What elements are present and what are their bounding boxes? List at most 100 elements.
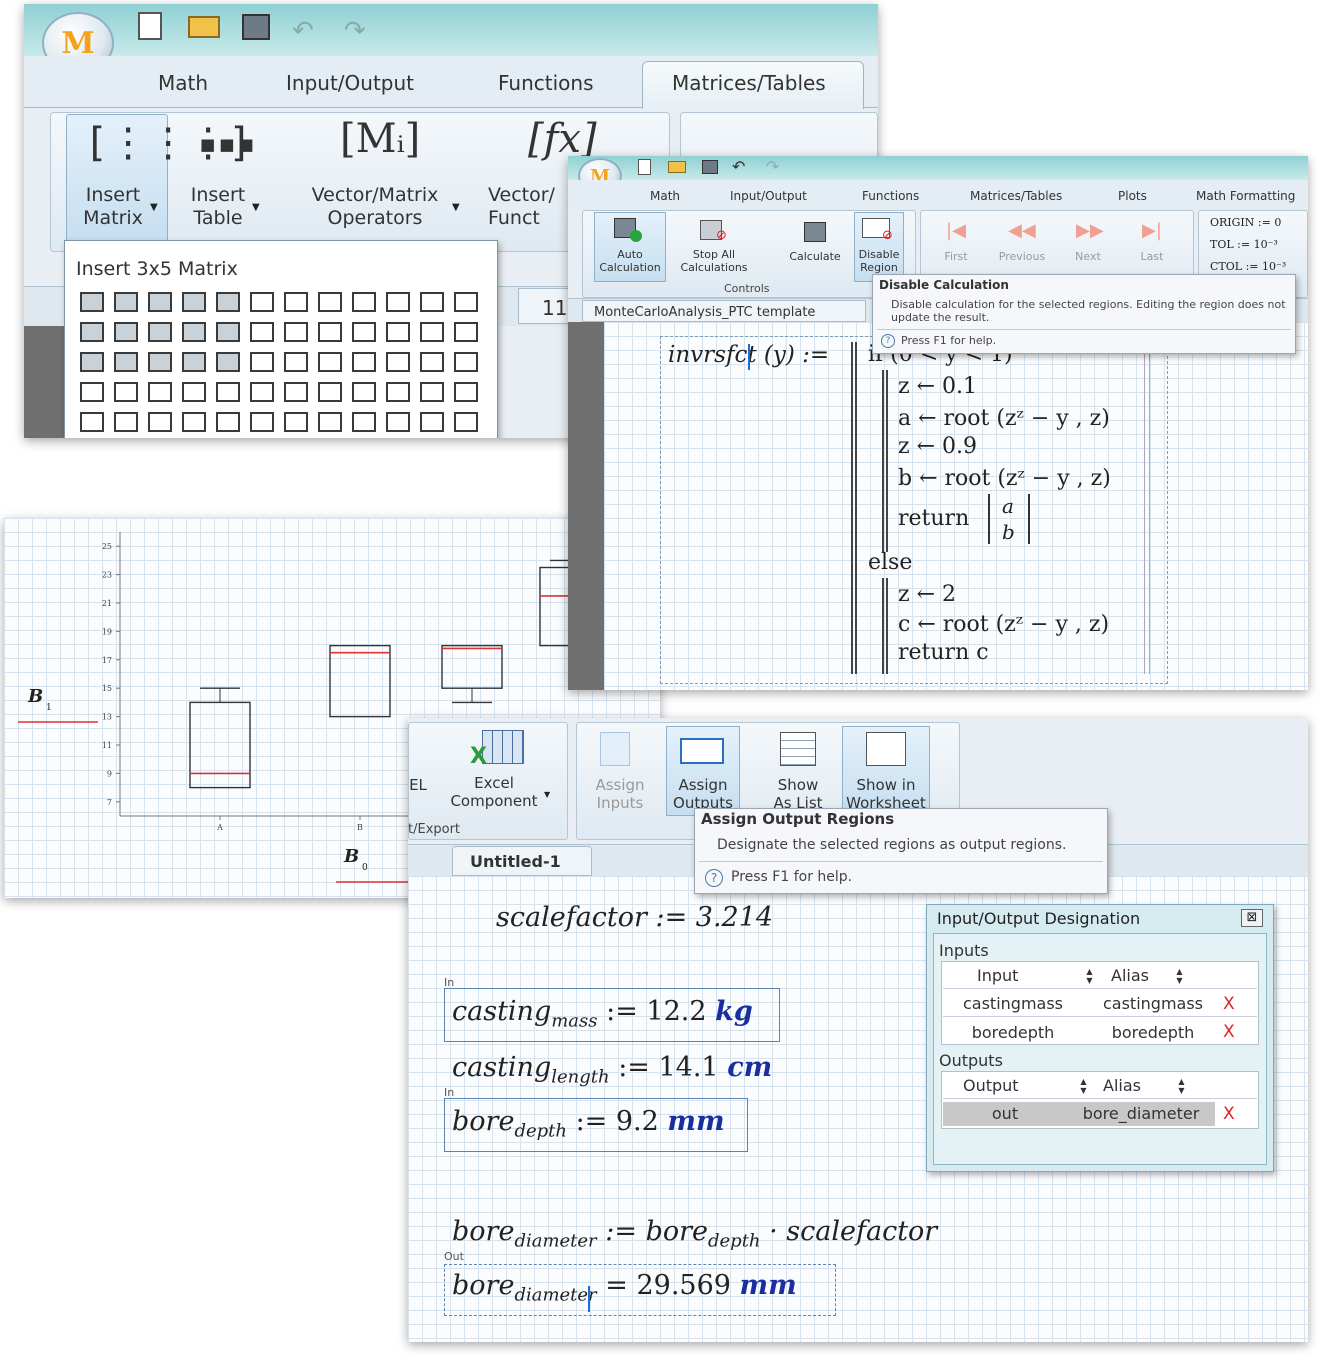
- matrix-size-cell[interactable]: [386, 382, 410, 402]
- matrix-size-cell[interactable]: [420, 292, 444, 312]
- matrix-size-cell[interactable]: [216, 352, 240, 372]
- remove-icon[interactable]: X: [1223, 1022, 1235, 1042]
- matrix-size-cell[interactable]: [114, 322, 138, 342]
- matrix-size-cell[interactable]: [454, 382, 478, 402]
- matrix-size-cell[interactable]: [148, 352, 172, 372]
- bore-diameter-definition[interactable]: borediameter := boredepth · scalefactor: [452, 1216, 937, 1251]
- tab-functions[interactable]: Functions: [498, 71, 594, 95]
- matrix-size-cell[interactable]: [318, 382, 342, 402]
- assign-inputs-button[interactable]: Assign Inputs: [586, 776, 654, 812]
- matrix-size-cell[interactable]: [420, 412, 444, 432]
- ctol-constant[interactable]: CTOL := 10⁻³: [1210, 260, 1286, 273]
- matrix-size-cell[interactable]: [250, 292, 274, 312]
- vector-functions-button[interactable]: Vector/ Funct: [488, 184, 578, 230]
- sort-icon[interactable]: ▲▼: [1175, 967, 1184, 985]
- save-icon[interactable]: [702, 160, 718, 174]
- matrix-size-cell[interactable]: [386, 292, 410, 312]
- matrix-size-cell[interactable]: [216, 382, 240, 402]
- disable-region-button[interactable]: Disable Region: [854, 248, 904, 274]
- undo-icon[interactable]: ↶: [732, 157, 745, 176]
- matrix-size-cell[interactable]: [352, 412, 376, 432]
- origin-constant[interactable]: ORIGIN := 0: [1210, 216, 1281, 229]
- tab-matrices-tables[interactable]: Matrices/Tables: [672, 71, 826, 95]
- calculate-button[interactable]: Calculate: [780, 250, 850, 263]
- output-column-header[interactable]: Output: [963, 1076, 1041, 1095]
- matrix-size-cell[interactable]: [216, 322, 240, 342]
- remove-icon[interactable]: X: [1223, 1104, 1235, 1124]
- matrix-size-cell[interactable]: [250, 412, 274, 432]
- alias-column-header[interactable]: Alias: [1111, 966, 1175, 985]
- undo-icon[interactable]: ↶: [292, 16, 314, 46]
- assign-outputs-button[interactable]: Assign Outputs: [666, 776, 740, 812]
- matrix-size-cell[interactable]: [420, 382, 444, 402]
- open-folder-icon[interactable]: [188, 16, 220, 38]
- vector-matrix-operators-button[interactable]: Vector/Matrix Operators: [300, 184, 450, 230]
- new-document-icon[interactable]: [638, 159, 651, 175]
- new-document-icon[interactable]: [138, 12, 162, 40]
- matrix-size-cell[interactable]: [386, 322, 410, 342]
- matrix-size-cell[interactable]: [454, 292, 478, 312]
- open-folder-icon[interactable]: [668, 161, 686, 173]
- insert-matrix-button[interactable]: Insert Matrix: [74, 184, 152, 230]
- scalefactor-definition[interactable]: scalefactor := 3.214: [496, 902, 773, 933]
- insert-table-button[interactable]: Insert Table: [186, 184, 250, 230]
- matrix-size-cell[interactable]: [182, 412, 206, 432]
- close-icon[interactable]: ⊠: [1241, 909, 1263, 927]
- redo-icon[interactable]: ↷: [344, 16, 366, 46]
- matrix-size-cell[interactable]: [148, 322, 172, 342]
- matrix-size-cell[interactable]: [114, 412, 138, 432]
- matrix-size-cell[interactable]: [284, 412, 308, 432]
- matrix-size-cell[interactable]: [114, 352, 138, 372]
- alias-column-header[interactable]: Alias: [1103, 1076, 1177, 1095]
- matrix-size-cell[interactable]: [182, 352, 206, 372]
- matrix-size-cell[interactable]: [352, 292, 376, 312]
- casting-length-definition[interactable]: castinglength := 14.1 cm: [452, 1052, 772, 1087]
- matrix-size-cell[interactable]: [80, 412, 104, 432]
- show-as-list-button[interactable]: Show As List: [762, 776, 834, 812]
- matrix-size-cell[interactable]: [114, 382, 138, 402]
- matrix-size-cell[interactable]: [454, 412, 478, 432]
- stop-all-calculations-button[interactable]: Stop All Calculations: [672, 248, 756, 274]
- matrix-size-cell[interactable]: [386, 412, 410, 432]
- sort-icon[interactable]: ▲▼: [1177, 1077, 1186, 1095]
- matrix-size-cell[interactable]: [318, 322, 342, 342]
- last-button[interactable]: Last: [1134, 250, 1170, 263]
- sort-icon[interactable]: ▲▼: [1049, 967, 1094, 985]
- matrix-size-cell[interactable]: [114, 292, 138, 312]
- excel-component-button[interactable]: Excel Component: [442, 774, 546, 810]
- matrix-size-cell[interactable]: [454, 352, 478, 372]
- matrix-size-grid[interactable]: [80, 292, 490, 438]
- tab-functions[interactable]: Functions: [862, 189, 919, 203]
- matrix-size-cell[interactable]: [250, 322, 274, 342]
- auto-calculation-button[interactable]: Auto Calculation: [594, 248, 666, 274]
- matrix-size-cell[interactable]: [352, 382, 376, 402]
- tab-math[interactable]: Math: [158, 71, 208, 95]
- matrix-size-cell[interactable]: [148, 292, 172, 312]
- matrix-size-cell[interactable]: [80, 352, 104, 372]
- matrix-size-cell[interactable]: [80, 382, 104, 402]
- matrix-size-cell[interactable]: [284, 352, 308, 372]
- matrix-size-cell[interactable]: [182, 322, 206, 342]
- matrix-size-cell[interactable]: [352, 352, 376, 372]
- matrix-size-cell[interactable]: [182, 382, 206, 402]
- tab-math[interactable]: Math: [650, 189, 680, 203]
- matrix-size-cell[interactable]: [352, 322, 376, 342]
- remove-icon[interactable]: X: [1223, 994, 1235, 1014]
- input-row-boredepth[interactable]: boredepth boredepth X: [943, 1019, 1257, 1045]
- matrix-size-cell[interactable]: [318, 412, 342, 432]
- matrix-size-cell[interactable]: [420, 322, 444, 342]
- tab-math-formatting[interactable]: Math Formatting: [1196, 189, 1295, 203]
- first-button[interactable]: First: [934, 250, 978, 263]
- sort-icon[interactable]: ▲▼: [1041, 1077, 1088, 1095]
- matrix-size-cell[interactable]: [80, 322, 104, 342]
- matrix-size-cell[interactable]: [216, 292, 240, 312]
- matrix-size-cell[interactable]: [318, 352, 342, 372]
- matrix-size-cell[interactable]: [318, 292, 342, 312]
- matrix-size-cell[interactable]: [148, 412, 172, 432]
- tab-input-output[interactable]: Input/Output: [286, 71, 414, 95]
- next-button[interactable]: Next: [1068, 250, 1108, 263]
- show-in-worksheet-button[interactable]: Show in Worksheet: [842, 776, 930, 812]
- matrix-size-cell[interactable]: [284, 322, 308, 342]
- input-row-castingmass[interactable]: castingmass castingmass X: [943, 991, 1257, 1017]
- matrix-size-cell[interactable]: [454, 322, 478, 342]
